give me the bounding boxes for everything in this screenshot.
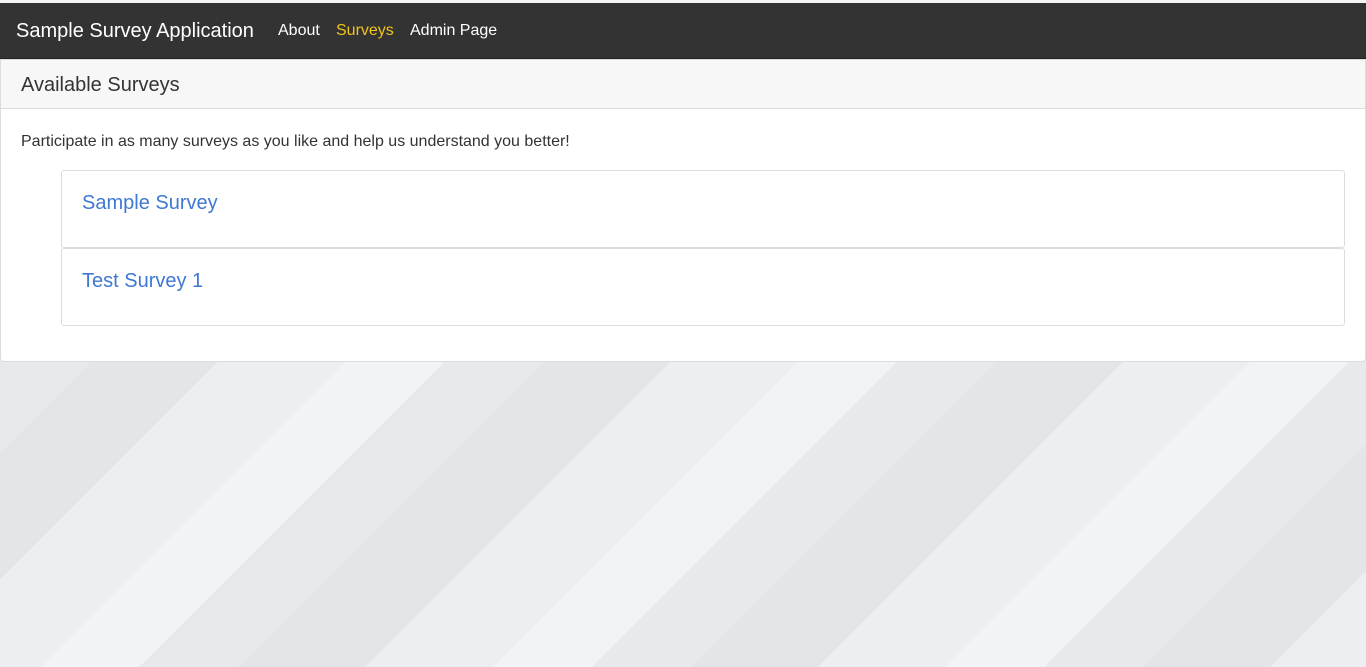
panel-heading: Available Surveys — [1, 60, 1365, 109]
survey-list-item: Test Survey 1 — [61, 248, 1345, 326]
survey-link-test-survey-1[interactable]: Test Survey 1 — [82, 269, 203, 293]
nav-about-link[interactable]: About — [278, 21, 320, 41]
intro-text: Participate in as many surveys as you li… — [21, 133, 570, 150]
available-surveys-panel: Available Surveys Participate in as many… — [0, 59, 1366, 362]
survey-list: Sample Survey Test Survey 1 — [61, 170, 1345, 326]
top-navbar: Sample Survey Application About Surveys … — [0, 3, 1366, 59]
survey-link-sample-survey[interactable]: Sample Survey — [82, 191, 218, 215]
nav-surveys-link[interactable]: Surveys — [336, 21, 394, 41]
panel-title: Available Surveys — [21, 74, 180, 96]
survey-list-item: Sample Survey — [61, 170, 1345, 248]
nav-admin-page-link[interactable]: Admin Page — [410, 21, 497, 41]
app-brand-link[interactable]: Sample Survey Application — [16, 19, 254, 43]
